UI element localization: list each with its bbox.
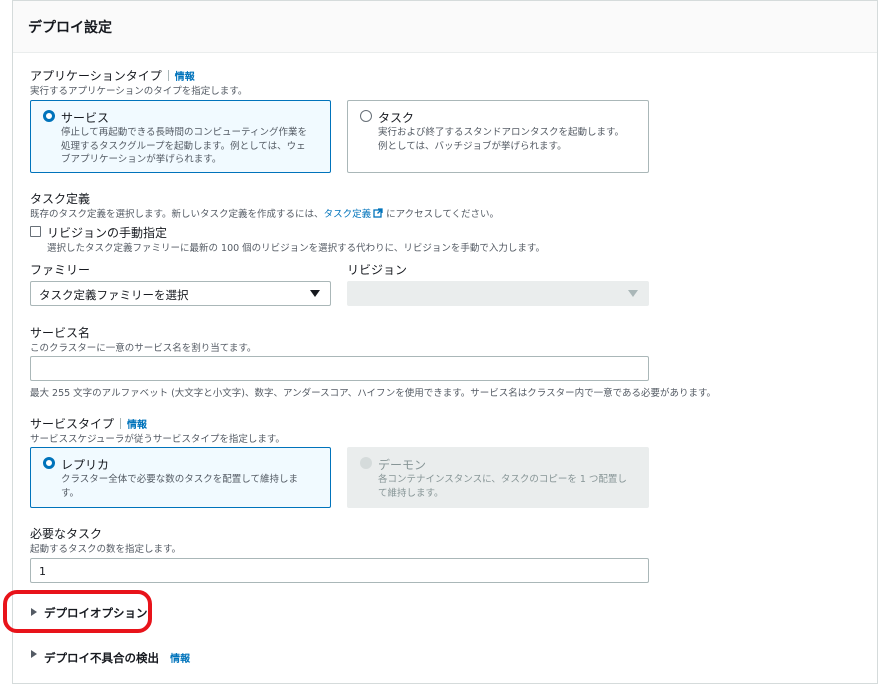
app-type-service-tile[interactable]: サービス 停止して再起動できる長時間のコンピューティング作業を 処理するタスクグ… <box>30 100 331 173</box>
panel-header: デプロイ設定 <box>13 1 877 53</box>
desired-tasks-label: 必要なタスク <box>30 527 103 541</box>
separator <box>120 418 122 429</box>
app-type-label-row: アプリケーションタイプ 情報 <box>30 67 195 84</box>
tile-desc-line: て維持します。 <box>378 487 444 499</box>
service-type-replica-tile[interactable]: レプリカ クラスター全体で必要な数のタスクを配置して維持しま す。 <box>30 447 331 508</box>
tile-desc-line: ブアプリケーションが挙げられます。 <box>61 154 222 165</box>
tile-title: サービス <box>61 111 110 125</box>
service-name-constraint: 最大 255 文字のアルファベット (大文字と小文字)、数字、アンダースコア、ハ… <box>30 388 717 399</box>
service-name-description: このクラスターに一意のサービス名を割り当てます。 <box>30 343 257 354</box>
service-type-description: サービススケジューラが従うサービスタイプを指定します。 <box>30 434 285 445</box>
app-type-task-tile[interactable]: タスク 実行および終了するスタンドアロンタスクを起動します。 例としては、バッチ… <box>347 100 649 173</box>
caret-down-icon <box>628 290 638 297</box>
tile-title: デーモン <box>378 458 427 472</box>
service-type-daemon-tile: デーモン 各コンテナインスタンスに、タスクのコピーを 1 つ配置し て維持します… <box>347 447 649 508</box>
family-select[interactable]: タスク定義ファミリーを選択 <box>30 281 331 306</box>
app-type-description: 実行するアプリケーションのタイプを指定します。 <box>30 86 248 97</box>
app-type-info-link[interactable]: 情報 <box>175 72 195 83</box>
desired-tasks-value: 1 <box>39 565 46 578</box>
service-type-info-link[interactable]: 情報 <box>127 420 147 431</box>
tile-title: タスク <box>378 111 415 125</box>
service-type-label: サービスタイプ <box>30 417 115 431</box>
revision-select <box>347 281 649 306</box>
service-name-label: サービス名 <box>30 326 91 340</box>
red-annotation-circle <box>3 590 152 633</box>
expander-label[interactable]: デプロイ不具合の検出 <box>44 651 159 665</box>
manual-revision-description: 選択したタスク定義ファミリーに最新の 100 個のリビジョンを選択する代わりに、… <box>47 243 545 254</box>
task-def-desc-text-after: にアクセスしてください。 <box>386 209 500 220</box>
tile-desc-line: 各コンテナインスタンスに、タスクのコピーを 1 つ配置し <box>378 474 627 485</box>
desired-tasks-input[interactable]: 1 <box>30 558 649 583</box>
panel-title: デプロイ設定 <box>28 20 112 36</box>
deployment-failure-detection-expander[interactable]: デプロイ不具合の検出 情報 <box>44 647 190 666</box>
service-type-label-row: サービスタイプ 情報 <box>30 415 147 432</box>
task-def-description: 既存のタスク定義を選択します。新しいタスク定義を作成するには、タスク定義 にアクセ… <box>30 206 499 220</box>
manual-revision-label[interactable]: リビジョンの手動指定 <box>47 224 167 241</box>
radio-unselected-icon[interactable] <box>360 110 372 122</box>
family-select-placeholder: タスク定義ファミリーを選択 <box>39 288 189 302</box>
failure-detection-info-link[interactable]: 情報 <box>170 654 190 665</box>
radio-disabled-icon <box>360 457 372 469</box>
caret-down-icon <box>310 290 320 297</box>
family-label: ファミリー <box>30 263 91 277</box>
tile-desc-line: 例としては、バッチジョブが挙げられます。 <box>378 140 567 152</box>
tile-title: レプリカ <box>61 458 110 472</box>
tile-desc-line: 実行および終了するスタンドアロンタスクを起動します。 <box>378 127 625 138</box>
revision-label: リビジョン <box>347 263 408 277</box>
caret-right-icon[interactable] <box>31 650 37 658</box>
tile-description: 各コンテナインスタンスに、タスクのコピーを 1 つ配置し て維持します。 <box>378 473 627 500</box>
task-def-label: タスク定義 <box>30 192 91 206</box>
tile-description: 停止して再起動できる長時間のコンピューティング作業を 処理するタスクグループを起… <box>61 126 307 167</box>
service-name-input[interactable] <box>30 356 649 381</box>
app-type-label: アプリケーションタイプ <box>30 69 162 83</box>
radio-selected-icon[interactable] <box>43 110 55 122</box>
task-def-desc-text: 既存のタスク定義を選択します。新しいタスク定義を作成するには、 <box>30 209 324 220</box>
tile-desc-line: 処理するタスクグループを起動します。例としては、ウェ <box>61 140 306 152</box>
tile-description: 実行および終了するスタンドアロンタスクを起動します。 例としては、バッチジョブが… <box>378 126 624 153</box>
manual-revision-checkbox[interactable] <box>30 226 41 237</box>
task-def-link[interactable]: タスク定義 <box>324 209 372 220</box>
tile-desc-line: 停止して再起動できる長時間のコンピューティング作業を <box>61 127 307 138</box>
separator <box>167 70 169 81</box>
tile-desc-line: す。 <box>61 487 80 499</box>
tile-description: クラスター全体で必要な数のタスクを配置して維持しま す。 <box>61 473 298 500</box>
radio-selected-icon[interactable] <box>43 457 55 469</box>
external-link-icon[interactable] <box>373 208 383 218</box>
tile-desc-line: クラスター全体で必要な数のタスクを配置して維持しま <box>61 474 299 485</box>
desired-tasks-description: 起動するタスクの数を指定します。 <box>30 544 182 555</box>
